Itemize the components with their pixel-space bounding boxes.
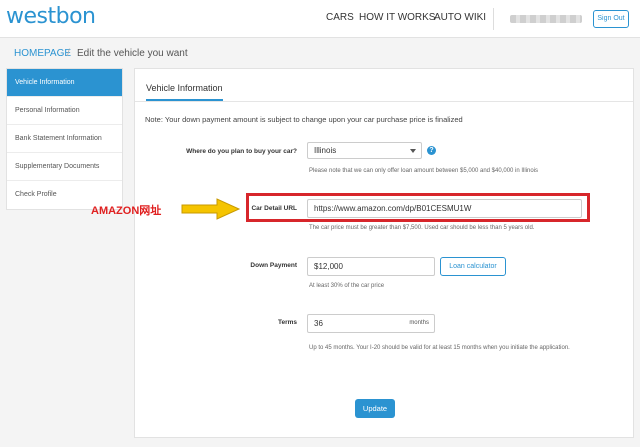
top-navigation-bar: westbon CARS HOW IT WORKS AUTO WIKI Sign…: [0, 0, 640, 38]
tab-vehicle-information[interactable]: Vehicle Information: [146, 83, 223, 101]
url-highlight-box: [246, 193, 590, 222]
vehicle-form-card: Vehicle Information Note: Your down paym…: [134, 68, 634, 438]
blurred-user-name: [510, 15, 582, 23]
sign-out-button[interactable]: Sign Out: [593, 10, 629, 28]
sidebar-item-bank-statement-information[interactable]: Bank Statement Information: [7, 125, 122, 153]
state-select-value: Illinois: [314, 146, 337, 155]
nav-how-it-works-link[interactable]: HOW IT WORKS: [359, 12, 435, 23]
breadcrumb-home-link[interactable]: HOMEPAGE: [14, 48, 71, 59]
breadcrumb-current: Edit the vehicle you want: [77, 48, 188, 59]
tab-divider: [135, 101, 633, 102]
down-payment-note: Note: Your down payment amount is subjec…: [145, 115, 463, 124]
terms-hint: Up to 45 months. Your I-20 should be val…: [309, 345, 570, 351]
terms-label: Terms: [277, 319, 297, 326]
where-hint: Please note that we can only offer loan …: [309, 168, 539, 174]
down-payment-hint: At least 30% of the car price: [309, 283, 385, 289]
down-payment-input[interactable]: $12,000: [307, 257, 435, 276]
state-select[interactable]: Illinois: [307, 142, 422, 159]
nav-cars-link[interactable]: CARS: [326, 12, 354, 23]
amazon-url-annotation: AMAZON网址: [91, 205, 162, 217]
nav-divider: [493, 8, 494, 30]
terms-unit: months: [409, 320, 429, 326]
chevron-down-icon: [410, 149, 416, 153]
sidebar-item-supplementary-documents[interactable]: Supplementary Documents: [7, 153, 122, 181]
car-url-hint: The car price must be greater than $7,50…: [309, 225, 535, 231]
westbon-logo[interactable]: westbon: [6, 4, 96, 29]
terms-value: 36: [314, 319, 323, 328]
terms-input[interactable]: 36 months: [307, 314, 435, 333]
nav-auto-wiki-link[interactable]: AUTO WIKI: [434, 12, 486, 23]
update-button[interactable]: Update: [355, 399, 395, 418]
breadcrumb-separator: /: [67, 48, 70, 59]
sidebar: Vehicle Information Personal Information…: [6, 68, 123, 210]
sidebar-item-vehicle-information[interactable]: Vehicle Information: [7, 69, 122, 97]
help-icon[interactable]: ?: [427, 146, 436, 155]
arrow-right-icon: [181, 198, 241, 220]
sidebar-item-personal-information[interactable]: Personal Information: [7, 97, 122, 125]
loan-calculator-button[interactable]: Loan calculator: [440, 257, 506, 276]
where-label: Where do you plan to buy your car?: [186, 148, 297, 155]
down-payment-label: Down Payment: [250, 262, 297, 269]
